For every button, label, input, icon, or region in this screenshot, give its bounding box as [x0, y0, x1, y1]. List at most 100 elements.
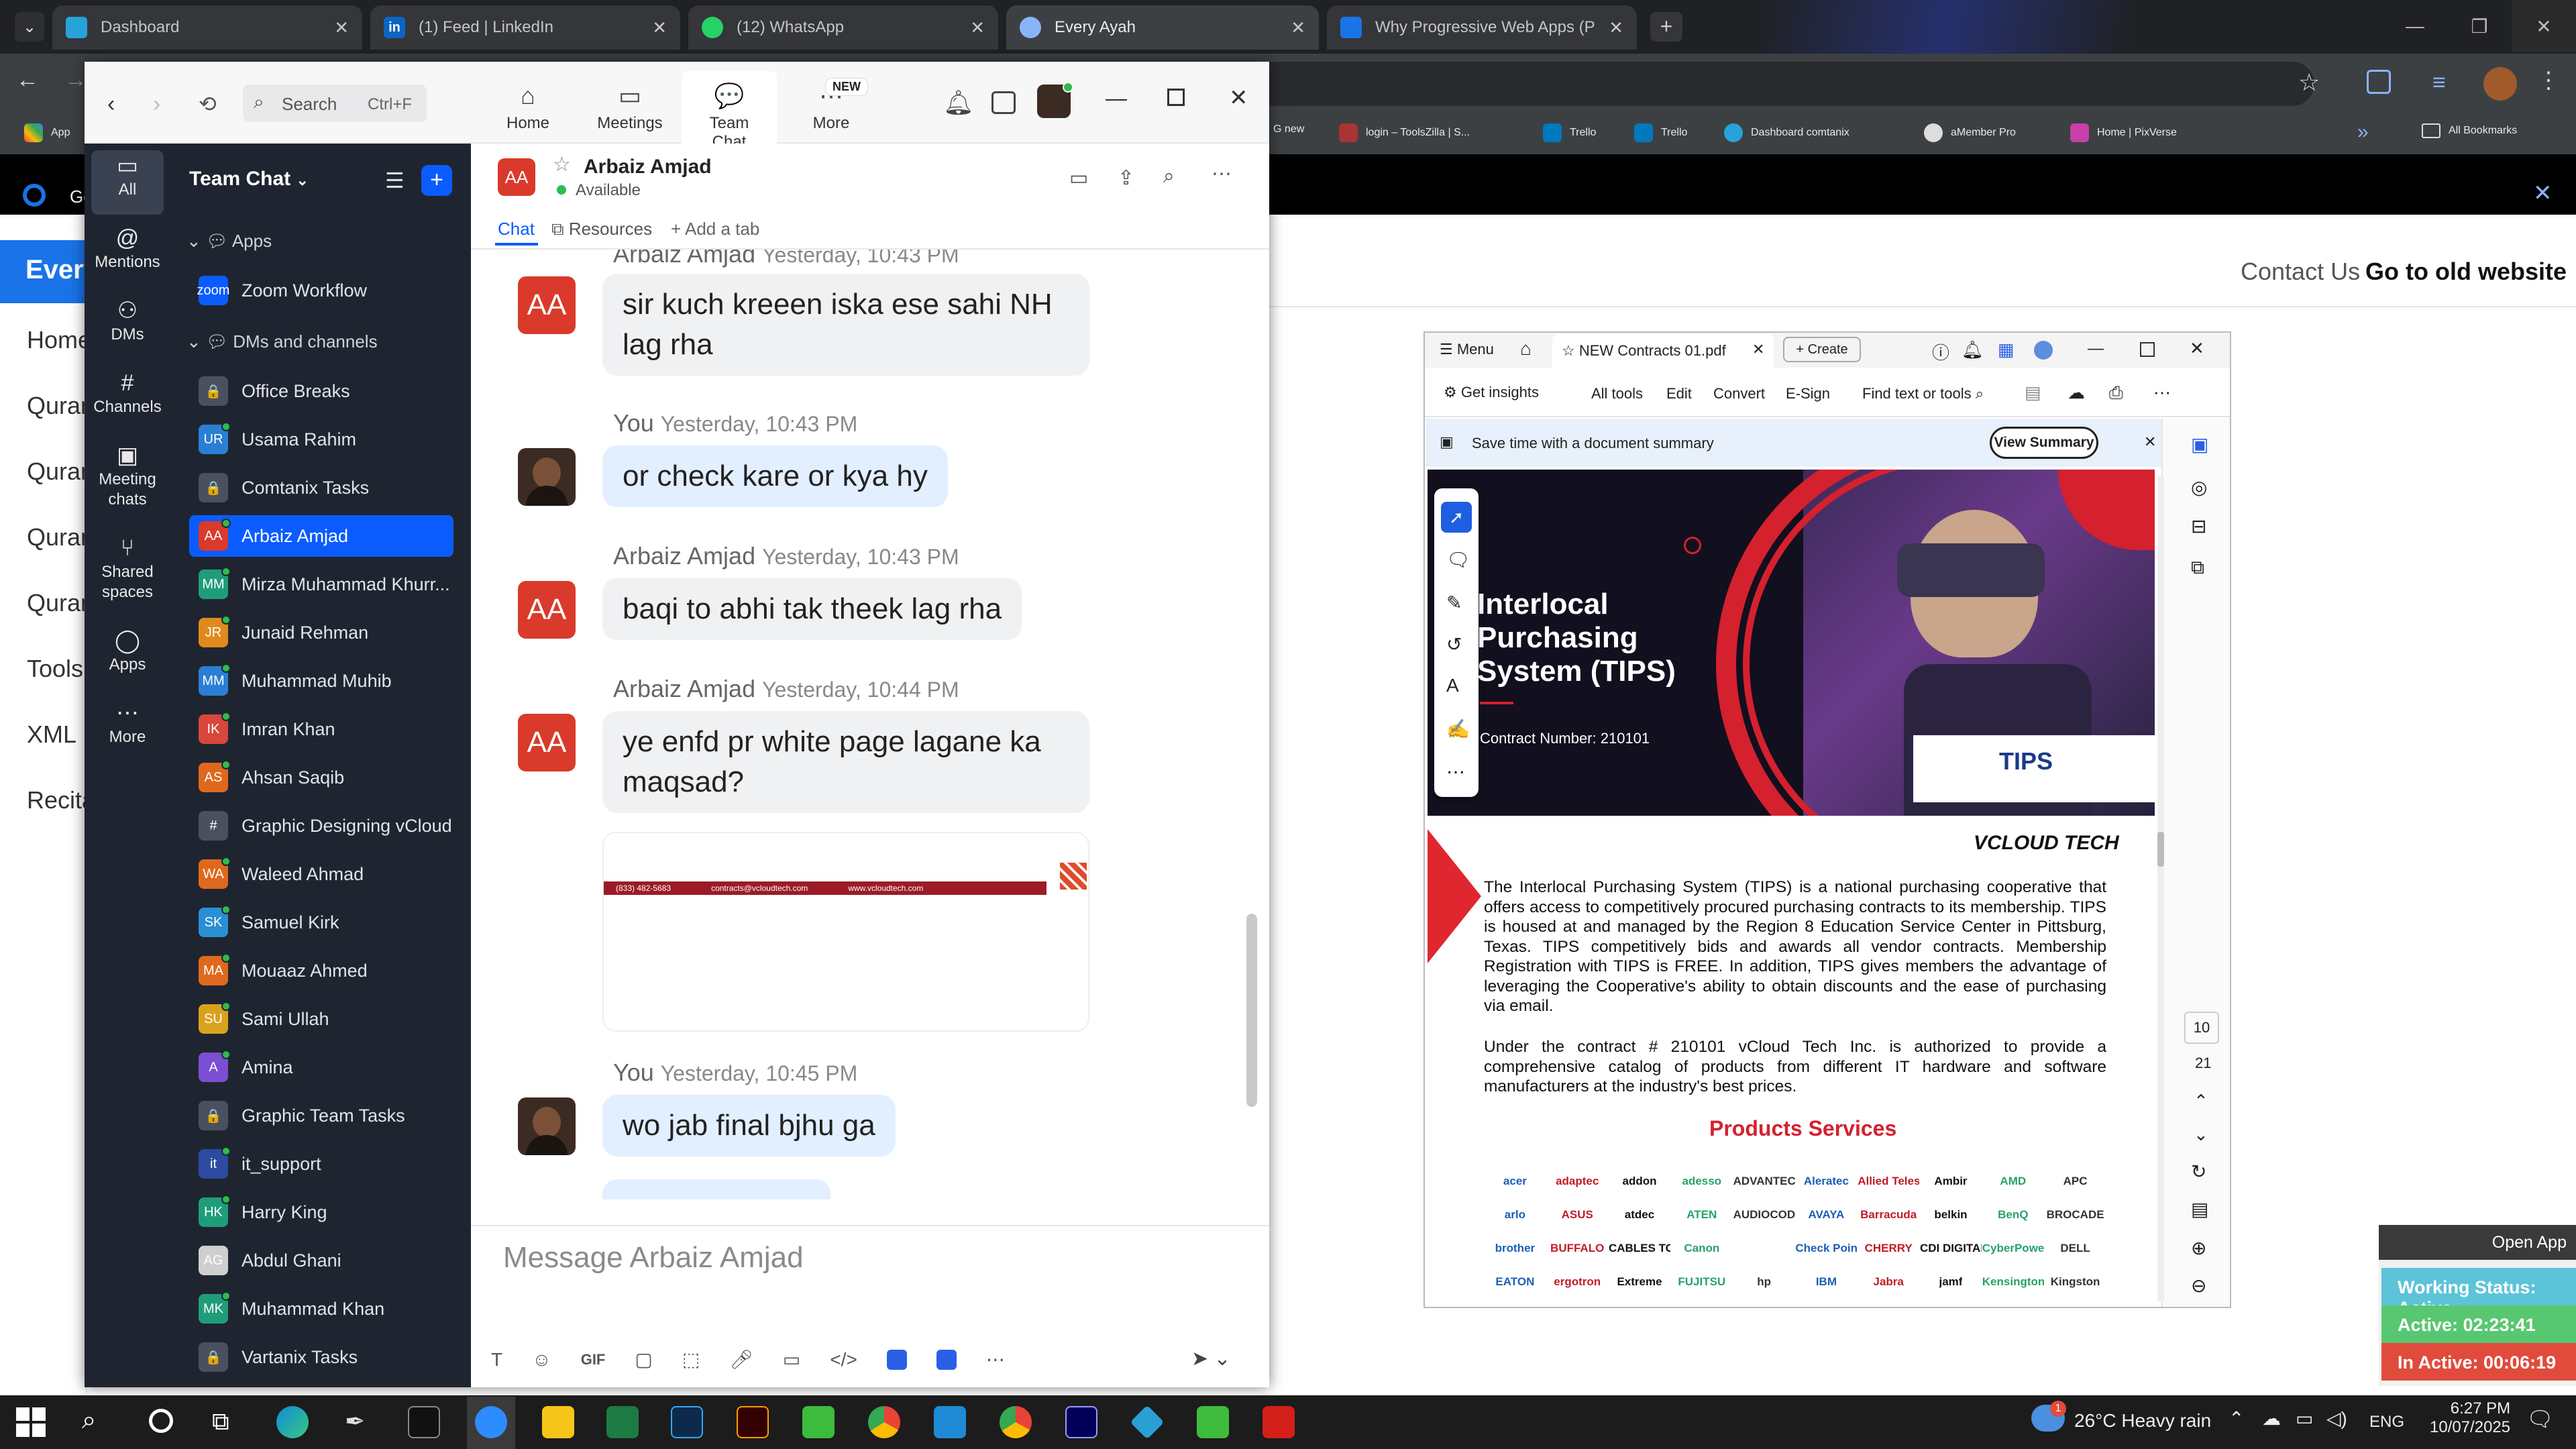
photoshop-icon[interactable]	[671, 1406, 703, 1438]
edit-button[interactable]: Edit	[1666, 385, 1692, 402]
print-icon[interactable]: ⎙	[2109, 382, 2123, 404]
tab-add[interactable]: + Add a tab	[671, 219, 759, 239]
list-item-it-support[interactable]: it it_support	[189, 1143, 453, 1185]
my-message-avatar[interactable]	[518, 1097, 576, 1155]
green-app-2-icon[interactable]	[1197, 1406, 1229, 1438]
section-apps[interactable]: ⌄ 💬︎ Apps	[186, 231, 272, 252]
bookmark-dashboard-comtanix[interactable]: Dashboard comtanix	[1724, 123, 1849, 142]
tray-chevron-icon[interactable]: ⌃	[2229, 1407, 2244, 1430]
rail-meeting-chats[interactable]: ▣ Meeting chats	[85, 444, 170, 510]
close-icon[interactable]: ✕	[2144, 433, 2156, 451]
profile-avatar[interactable]	[2034, 341, 2053, 360]
close-icon[interactable]: ✕	[652, 17, 667, 38]
create-button[interactable]: + Create	[1783, 337, 1861, 362]
bookmark-pixverse[interactable]: Home | PixVerse	[2070, 123, 2177, 142]
chrome-profile-icon[interactable]	[1000, 1406, 1032, 1438]
all-bookmarks-folder[interactable]: All Bookmarks	[2422, 123, 2517, 138]
team-chat-title[interactable]: Team Chat ⌄	[189, 168, 309, 191]
maximize-button[interactable]	[1167, 89, 1185, 106]
minimize-button[interactable]: —	[1106, 86, 1127, 111]
current-page-field[interactable]: 10	[2184, 1012, 2219, 1044]
pen-tool-icon[interactable]: ✒	[345, 1407, 365, 1436]
upload-cloud-icon[interactable]: ☁	[2068, 382, 2085, 403]
windows-start-icon[interactable]	[16, 1407, 46, 1437]
excel-icon[interactable]	[606, 1406, 639, 1438]
search-icon[interactable]: ⌕	[1163, 165, 1175, 188]
bookmark-toolszilla[interactable]: login – ToolsZilla | S...	[1339, 123, 1470, 142]
task-view-icon[interactable]: ⧉	[212, 1407, 229, 1436]
clock[interactable]: 6:27 PM 10/07/2025	[2430, 1399, 2510, 1437]
app-icon-2[interactable]	[936, 1349, 957, 1370]
more-tools-icon[interactable]: ⋯	[986, 1348, 1005, 1371]
nav-team-chat[interactable]: 💬 Team Chat	[692, 82, 766, 152]
acrobat-menu[interactable]: ☰ Menu	[1440, 341, 1494, 358]
my-message-avatar[interactable]	[518, 448, 576, 506]
list-item-junaid-rehman[interactable]: JR Junaid Rehman	[189, 612, 453, 653]
chrome-icon[interactable]	[868, 1406, 900, 1438]
save-icon[interactable]: ▤	[2025, 382, 2041, 403]
comment-add-icon[interactable]: 🗨︎	[1446, 549, 1470, 571]
view-summary-button[interactable]: View Summary	[1990, 427, 2098, 459]
close-icon[interactable]: ✕	[1291, 17, 1305, 38]
file-explorer-icon[interactable]	[542, 1406, 574, 1438]
rail-more[interactable]: ⋯ More	[85, 702, 170, 747]
comment-icon[interactable]: ◎	[2191, 476, 2207, 498]
audio-message-icon[interactable]: 🎤︎	[729, 1348, 753, 1371]
weather-text[interactable]: 26°C Heavy rain	[2074, 1410, 2211, 1432]
bell-icon[interactable]: 🔔︎	[1962, 339, 1984, 360]
all-tools-button[interactable]: All tools	[1591, 385, 1643, 402]
sign-icon[interactable]: ✍	[1446, 718, 1470, 740]
list-item-ahsan-saqib[interactable]: AS Ahsan Saqib	[189, 757, 453, 798]
zoom-in-icon[interactable]: ⊕	[2191, 1237, 2206, 1259]
rotate-icon[interactable]: ↻	[2191, 1161, 2206, 1183]
browser-restore-button[interactable]: ❐	[2447, 0, 2512, 52]
screenshot-icon[interactable]: ⬚	[682, 1348, 700, 1371]
esign-button[interactable]: E-Sign	[1786, 385, 1830, 402]
browser-close-button[interactable]: ✕	[2512, 0, 2576, 52]
get-insights-button[interactable]: ⚙ Get insights	[1444, 384, 1539, 401]
minimize-button[interactable]: —	[2088, 339, 2104, 358]
list-item-muhammad-muhib[interactable]: MM Muhammad Muhib	[189, 660, 453, 702]
ai-assistant-icon[interactable]: ▣	[2191, 433, 2208, 455]
site-nav-xml[interactable]: XML	[27, 720, 76, 749]
list-item-harry-king[interactable]: HK Harry King	[189, 1191, 453, 1233]
video-message-icon[interactable]: ▭	[783, 1348, 800, 1371]
acrobat-taskbar-icon[interactable]	[1263, 1406, 1295, 1438]
message-input[interactable]: Message Arbaiz Amjad	[503, 1241, 804, 1275]
more-options-icon[interactable]: ⋯	[1212, 162, 1232, 186]
draw-lasso-icon[interactable]: ↺	[1446, 633, 1462, 655]
language-indicator[interactable]: ENG	[2369, 1413, 2404, 1432]
code-snippet-icon[interactable]: </>	[830, 1349, 857, 1371]
format-text-icon[interactable]: T	[491, 1349, 502, 1371]
pdf-scrollbar[interactable]	[2157, 476, 2164, 1301]
rail-dms[interactable]: ⚇ DMs	[85, 299, 170, 345]
rail-all[interactable]: ▭ All	[85, 154, 170, 200]
forward-arrow-icon[interactable]: →	[64, 67, 87, 93]
select-cursor-icon[interactable]: ➚	[1441, 502, 1472, 533]
pages-icon[interactable]: ⧉	[2191, 557, 2204, 579]
tray-wifi-icon[interactable]: ☁	[2262, 1407, 2281, 1430]
apps-grid-icon[interactable]: ▦	[1998, 339, 2015, 360]
my-avatar[interactable]	[1037, 82, 1073, 118]
list-item-usama-rahim[interactable]: UR Usama Rahim	[189, 419, 453, 460]
list-item-vartanix-tasks[interactable]: 🔒 Vartanix Tasks	[189, 1336, 453, 1378]
site-brand[interactable]: Every	[0, 240, 99, 303]
maximize-button[interactable]	[2140, 342, 2155, 357]
filter-icon[interactable]: ☰	[385, 168, 405, 193]
list-item-waleed-ahmad[interactable]: WA Waleed Ahmad	[189, 853, 453, 895]
star-icon[interactable]: ☆	[553, 153, 571, 176]
history-clock-icon[interactable]: ⟲	[199, 91, 217, 117]
zoom-taskbar-icon[interactable]	[475, 1406, 507, 1438]
open-app-button[interactable]: Open App	[2379, 1225, 2576, 1260]
help-icon[interactable]: ⓘ	[1932, 339, 1949, 364]
close-button[interactable]: ✕	[1229, 85, 1248, 111]
list-item-mirza-muhammad-khurr[interactable]: MM Mirza Muhammad Khurr...	[189, 564, 453, 605]
terminal-icon[interactable]	[408, 1406, 440, 1438]
page-up-icon[interactable]: ⌃	[2194, 1091, 2208, 1112]
rail-apps[interactable]: ◯ Apps	[85, 629, 170, 675]
app-icon-1[interactable]	[886, 1349, 907, 1370]
find-tools-field[interactable]: Find text or tools ⌕	[1862, 385, 1984, 402]
cortana-icon[interactable]	[149, 1409, 173, 1433]
close-icon[interactable]: ✕	[970, 17, 985, 38]
tab-whatsapp[interactable]: (12) WhatsApp ✕	[688, 5, 998, 50]
